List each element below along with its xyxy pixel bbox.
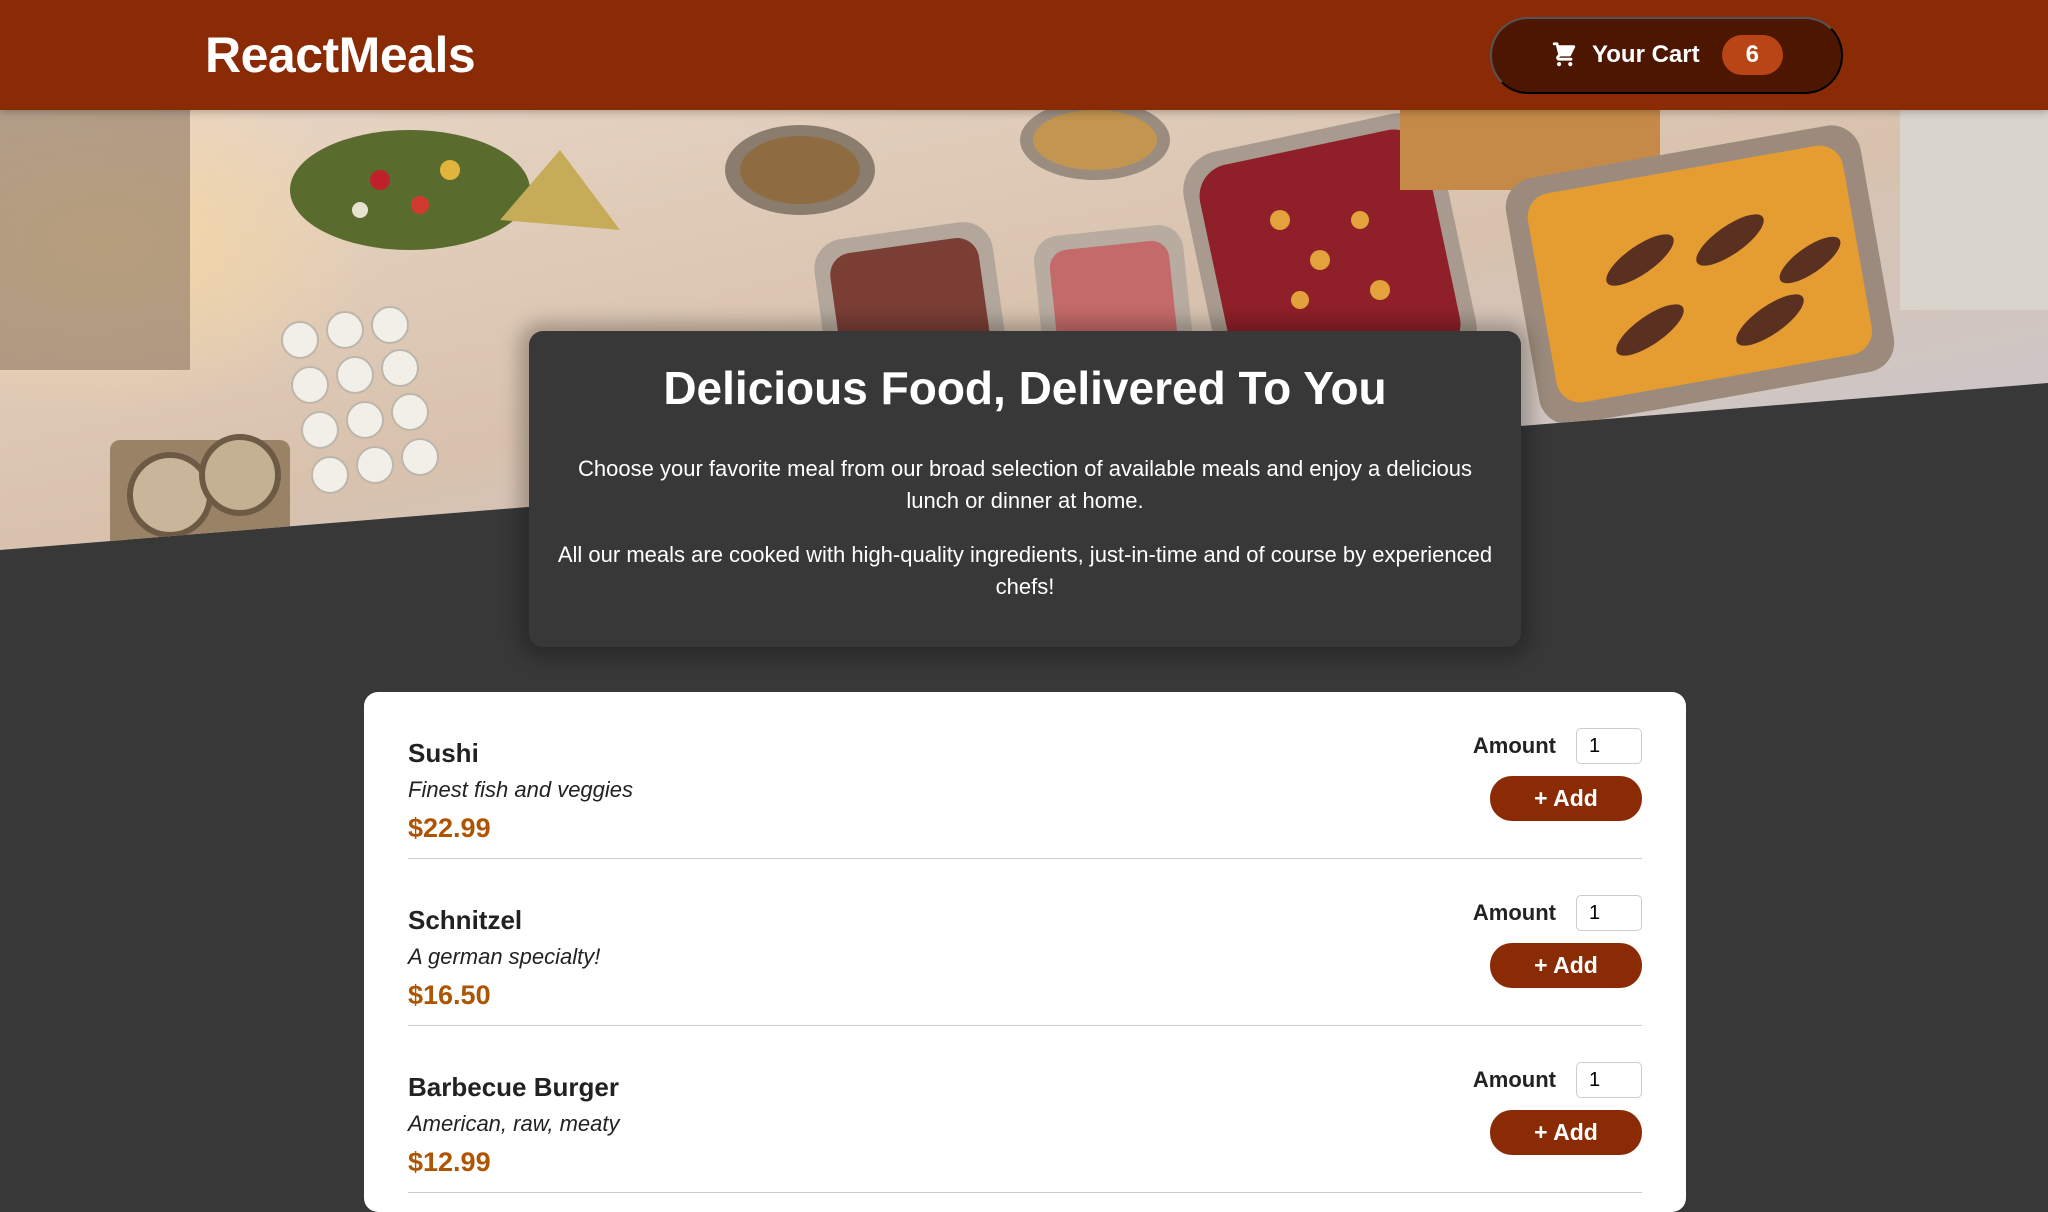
amount-label: Amount [1472,900,1556,925]
meal-description: A german specialty! [408,944,601,969]
cart-count-badge: 6 [1721,35,1783,75]
add-button[interactable]: + Add [1490,943,1642,988]
meal-price: $22.99 [408,813,491,843]
meal-form: Amount + Add [1473,728,1642,858]
meal-name: Barbecue Burger [408,1072,619,1102]
meal-item: Sushi Finest fish and veggies $22.99 Amo… [408,692,1642,859]
amount-row: Amount [1473,895,1642,931]
meal-price: $12.99 [408,1147,491,1177]
summary-title: Delicious Food, Delivered To You [663,362,1387,414]
add-button[interactable]: + Add [1490,776,1642,821]
meals-summary: Delicious Food, Delivered To You Choose … [529,331,1521,647]
meal-form: Amount + Add [1473,895,1642,1025]
meal-item: Barbecue Burger American, raw, meaty $12… [408,1026,1642,1193]
meal-info: Barbecue Burger American, raw, meaty $12… [408,1072,620,1192]
meal-price: $16.50 [408,980,491,1010]
meal-form: Amount + Add [1473,1062,1642,1192]
available-meals-card: Sushi Finest fish and veggies $22.99 Amo… [364,692,1686,1212]
amount-input[interactable] [1576,728,1642,764]
meal-name: Sushi [408,738,479,768]
meal-item: Schnitzel A german specialty! $16.50 Amo… [408,859,1642,1026]
amount-label: Amount [1472,733,1556,758]
summary-paragraph-2: All our meals are cooked with high-quali… [557,542,1493,599]
brand-title: ReactMeals [205,27,476,83]
amount-row: Amount [1473,728,1642,764]
summary-paragraph-1: Choose your favorite meal from our broad… [578,456,1472,513]
cart-icon [1550,41,1578,69]
cart-button[interactable]: Your Cart 6 [1490,16,1843,94]
meal-description: Finest fish and veggies [408,777,634,802]
meal-description: American, raw, meaty [408,1111,620,1136]
add-button[interactable]: + Add [1490,1110,1642,1155]
amount-row: Amount [1473,1062,1642,1098]
meal-info: Schnitzel A german specialty! $16.50 [408,905,600,1025]
amount-label: Amount [1472,1067,1556,1092]
meal-name: Schnitzel [408,905,523,935]
amount-input[interactable] [1576,895,1642,931]
app-header: ReactMeals Your Cart 6 [0,0,2048,110]
cart-label: Your Cart [1592,41,1700,68]
meal-info: Sushi Finest fish and veggies $22.99 [408,738,633,858]
amount-input[interactable] [1576,1062,1642,1098]
